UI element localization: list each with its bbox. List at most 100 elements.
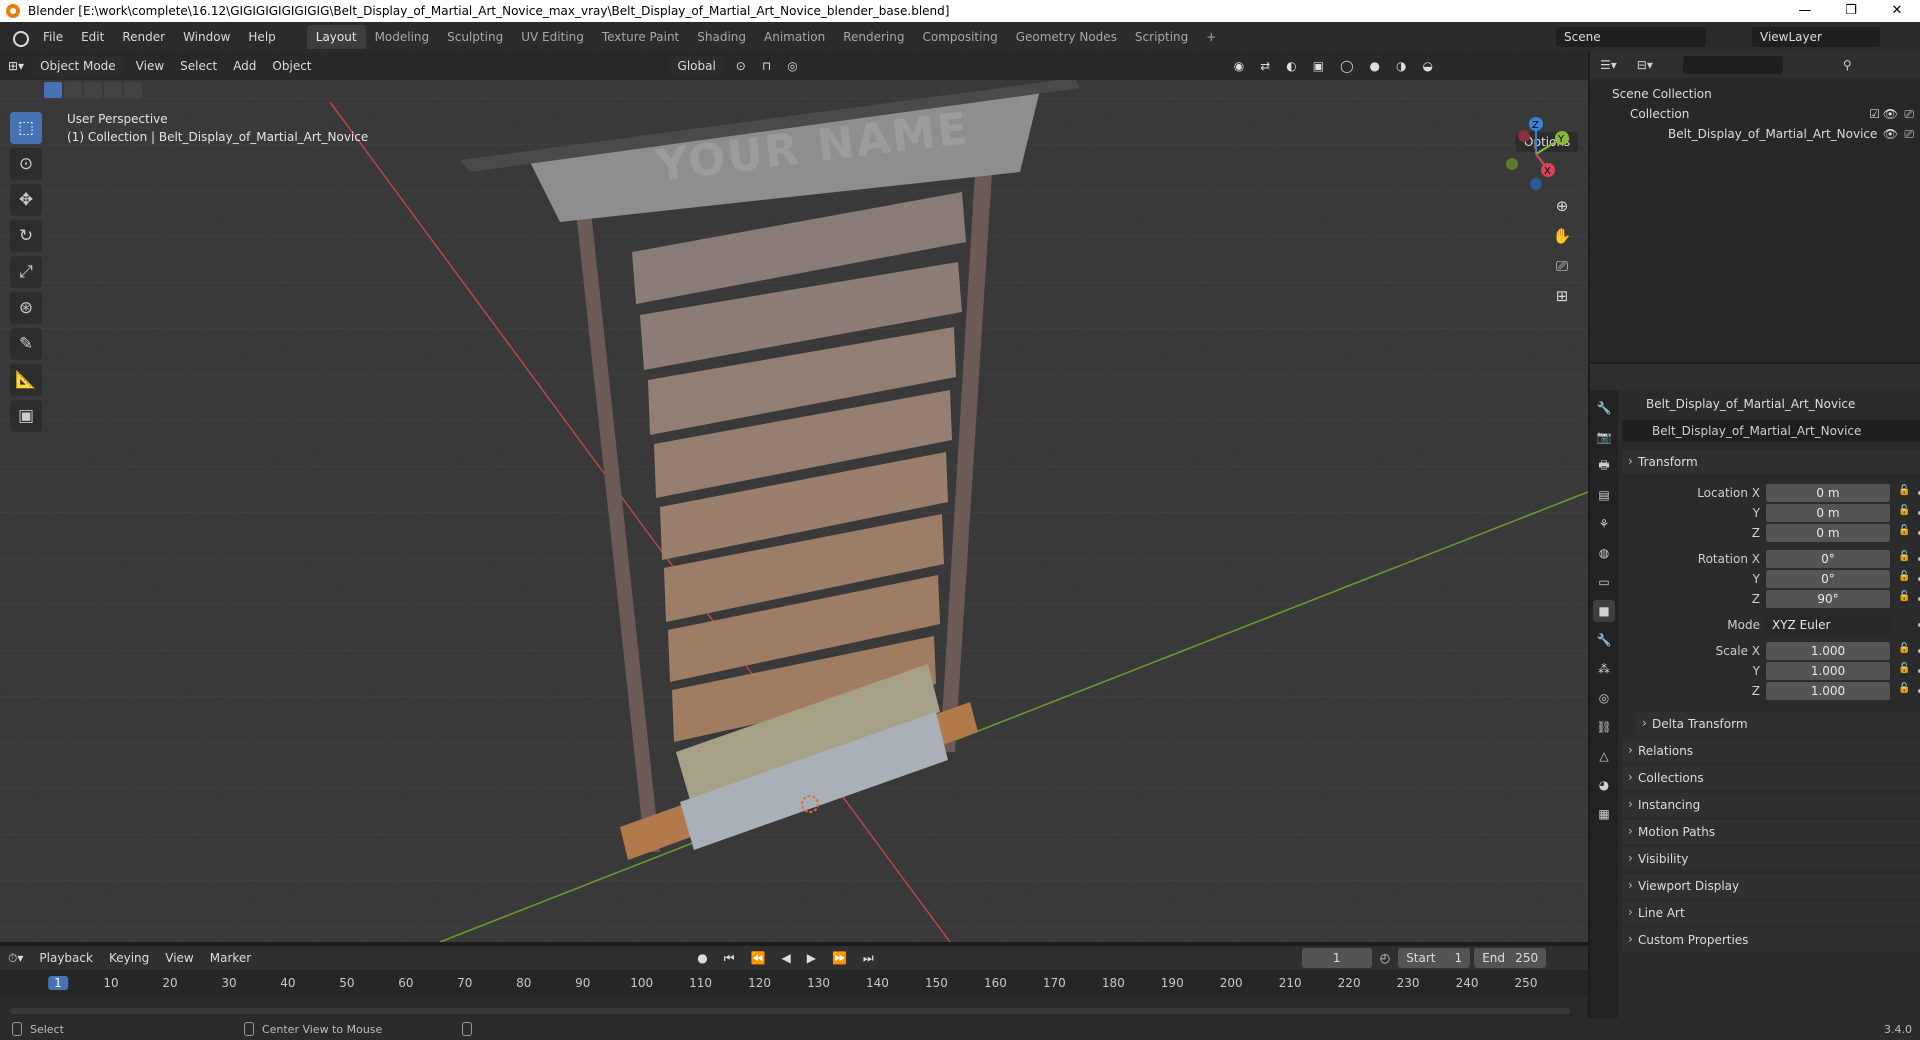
texture-tab-icon[interactable]: ▦ (1593, 803, 1615, 825)
lock-icon[interactable]: 🔓 (1898, 505, 1910, 519)
select-extend-icon[interactable] (64, 82, 82, 98)
proportional-edit-icon[interactable]: ◎ (779, 56, 805, 76)
scene-tab-icon[interactable]: ⚘ (1593, 513, 1615, 535)
zoom-icon[interactable]: ⊕ (1548, 192, 1576, 220)
material-shading-icon[interactable]: ◑ (1388, 56, 1414, 76)
outliner-object-row[interactable]: Belt_Display_of_Martial_Art_Novice 👁 ⎚ (1590, 124, 1920, 144)
current-frame-field[interactable]: 1 (1301, 948, 1372, 968)
tab-uv-editing[interactable]: UV Editing (512, 25, 593, 49)
keying-menu[interactable]: Keying (101, 948, 157, 968)
collection-camera-icon[interactable]: ⎚ (1904, 104, 1914, 124)
prev-keyframe-icon[interactable]: ⏪ (743, 948, 774, 968)
delta-transform-panel[interactable]: Delta Transform (1636, 711, 1920, 736)
tab-layout[interactable]: Layout (306, 25, 366, 49)
tab-texture-paint[interactable]: Texture Paint (593, 25, 688, 49)
viewport-menu-object[interactable]: Object (264, 56, 319, 76)
tab-scripting[interactable]: Scripting (1126, 25, 1197, 49)
select-subtract-icon[interactable] (84, 82, 102, 98)
material-tab-icon[interactable]: ◕ (1593, 774, 1615, 796)
modifier-tab-icon[interactable]: 🔧 (1593, 629, 1615, 651)
pan-hand-icon[interactable]: ✋ (1548, 222, 1576, 250)
minimize-button[interactable]: — (1782, 0, 1828, 22)
constraints-tab-icon[interactable]: ⛓ (1593, 716, 1615, 738)
transform-panel-header[interactable]: Transform (1622, 449, 1920, 474)
gizmo-neg-z-axis[interactable] (1530, 178, 1542, 190)
3d-viewport[interactable]: YOUR NAME ⊞▾ Object Mode View Select Add… (0, 52, 1588, 942)
instancing-panel[interactable]: Instancing (1622, 792, 1920, 817)
scene-selector[interactable]: Scene (1556, 27, 1706, 47)
add-cube-tool-icon[interactable]: ▣ (10, 400, 42, 432)
transform-orientation-dropdown[interactable]: Global (669, 56, 724, 76)
menu-help[interactable]: Help (239, 30, 284, 44)
motion-paths-panel[interactable]: Motion Paths (1622, 819, 1920, 844)
viewport-menu-select[interactable]: Select (172, 56, 225, 76)
rotation-x-field[interactable]: 0° (1766, 550, 1890, 568)
collection-tab-icon[interactable]: ▭ (1593, 571, 1615, 593)
marker-menu[interactable]: Marker (202, 948, 259, 968)
pivot-icon[interactable]: ⊙ (728, 56, 754, 76)
lock-icon[interactable]: 🔓 (1898, 663, 1910, 677)
collection-eye-icon[interactable]: 👁 (1883, 104, 1898, 124)
display-mode-icon[interactable]: ⊟▾ (1637, 58, 1653, 72)
location-z-field[interactable]: 0 m (1766, 524, 1890, 542)
filter-icon[interactable]: ⚲ (1843, 58, 1852, 72)
mode-dropdown[interactable]: Object Mode (32, 56, 124, 76)
record-icon[interactable]: ● (689, 948, 715, 968)
lock-icon[interactable]: 🔓 (1898, 525, 1910, 539)
visibility-icon[interactable]: ◉ (1226, 56, 1252, 76)
select-box-tool-icon[interactable]: ⬚ (10, 112, 42, 144)
cursor-tool-icon[interactable]: ⊙ (10, 148, 42, 180)
rendered-shading-icon[interactable]: ◒ (1415, 56, 1441, 76)
outliner-scene-collection[interactable]: Scene Collection (1590, 84, 1920, 104)
object-tab-icon[interactable]: ■ (1593, 600, 1615, 622)
lock-icon[interactable]: 🔓 (1898, 643, 1910, 657)
gizmo-neg-y-axis[interactable] (1506, 158, 1518, 170)
render-tab-icon[interactable]: 📷 (1593, 426, 1615, 448)
timeline-view-menu[interactable]: View (157, 948, 201, 968)
play-reverse-icon[interactable]: ◀ (773, 948, 798, 968)
lock-icon[interactable]: 🔓 (1898, 591, 1910, 605)
rotation-y-field[interactable]: 0° (1766, 570, 1890, 588)
rotation-mode-dropdown[interactable]: XYZ Euler (1766, 616, 1890, 634)
close-button[interactable]: ✕ (1874, 0, 1920, 22)
scale-tool-icon[interactable]: ⤢ (10, 256, 42, 288)
gizmo-neg-x-axis[interactable] (1518, 130, 1530, 142)
tool-tab-icon[interactable]: 🔧 (1593, 397, 1615, 419)
outliner-editor-type-icon[interactable]: ☰▾ (1600, 58, 1617, 72)
xray-icon[interactable]: ▣ (1305, 56, 1332, 76)
object-eye-icon[interactable]: 👁 (1883, 124, 1898, 144)
next-keyframe-icon[interactable]: ⏩ (824, 948, 855, 968)
tab-compositing[interactable]: Compositing (913, 25, 1006, 49)
visibility-panel[interactable]: Visibility (1622, 846, 1920, 871)
outliner-collection[interactable]: Collection ☑ 👁 ⎚ (1590, 104, 1920, 124)
view-layer-selector[interactable]: ViewLayer (1752, 27, 1880, 47)
select-intersect-icon[interactable] (124, 82, 142, 98)
collection-checkbox-icon[interactable]: ☑ (1869, 104, 1880, 124)
editor-type-button[interactable]: ⊞▾ (0, 56, 32, 76)
view-layer-tab-icon[interactable]: ▤ (1593, 484, 1615, 506)
world-tab-icon[interactable]: ◍ (1593, 542, 1615, 564)
scale-y-field[interactable]: 1.000 (1766, 662, 1890, 680)
tab-shading[interactable]: Shading (688, 25, 755, 49)
lock-icon[interactable]: 🔓 (1898, 683, 1910, 697)
tab-rendering[interactable]: Rendering (834, 25, 913, 49)
select-invert-icon[interactable] (104, 82, 122, 98)
object-data-field[interactable]: Belt_Display_of_Martial_Art_Novice (1622, 420, 1920, 442)
scale-z-field[interactable]: 1.000 (1766, 682, 1890, 700)
outliner-search-input[interactable] (1682, 56, 1783, 74)
menu-edit[interactable]: Edit (72, 30, 113, 44)
gizmo-toggle-icon[interactable]: ⇄ (1252, 56, 1278, 76)
jump-end-icon[interactable]: ⏭ (855, 948, 882, 968)
tab-modeling[interactable]: Modeling (366, 25, 439, 49)
rotation-z-field[interactable]: 90° (1766, 590, 1890, 608)
viewport-display-panel[interactable]: Viewport Display (1622, 873, 1920, 898)
tab-sculpting[interactable]: Sculpting (438, 25, 512, 49)
particles-tab-icon[interactable]: ⁂ (1593, 658, 1615, 680)
location-y-field[interactable]: 0 m (1766, 504, 1890, 522)
move-tool-icon[interactable]: ✥ (10, 184, 42, 216)
physics-tab-icon[interactable]: ◎ (1593, 687, 1615, 709)
menu-render[interactable]: Render (113, 30, 174, 44)
start-frame-field[interactable]: Start 1 (1398, 948, 1471, 968)
navigation-gizmo[interactable]: Z Y X (1496, 114, 1576, 194)
select-new-icon[interactable] (44, 82, 62, 98)
